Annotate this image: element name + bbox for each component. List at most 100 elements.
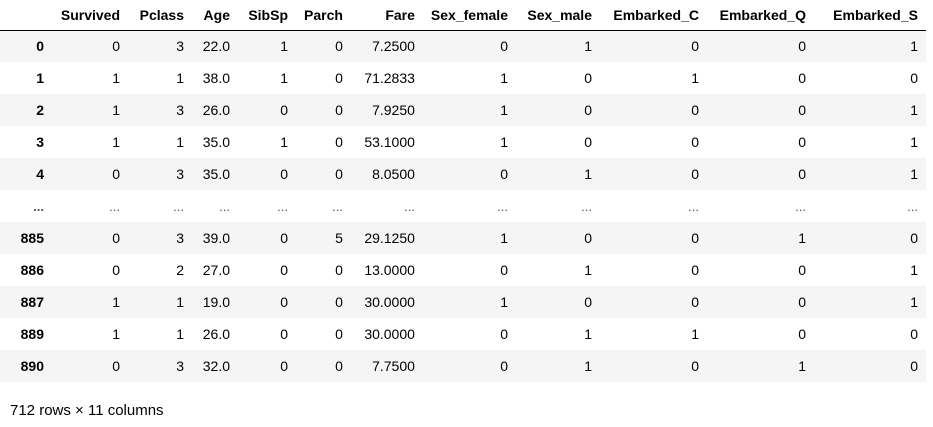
table-row: 2 1 3 26.0 0 0 7.9250 1 0 0 0 1 xyxy=(0,94,926,126)
table-cell: 29.1250 xyxy=(364,230,415,246)
shape-caption: 712 rows × 11 columns xyxy=(10,402,164,419)
table-cell: 0 xyxy=(500,262,508,278)
table-cell: 13.0000 xyxy=(364,262,415,278)
table-cell: 30.0000 xyxy=(364,326,415,342)
table-cell: ... xyxy=(109,198,120,214)
table-cell: 0 xyxy=(691,102,699,118)
table-cell: 1 xyxy=(910,38,918,55)
table-cell: ... xyxy=(907,198,918,214)
table-cell: 1 xyxy=(798,358,806,374)
table-cell: 0 xyxy=(584,230,592,246)
table-cell: 0 xyxy=(584,134,592,150)
table-cell: 0 xyxy=(335,102,343,118)
table-cell: 0 xyxy=(112,166,120,182)
table-cell: 0 xyxy=(798,102,806,118)
table-cell: 1 xyxy=(584,262,592,278)
table-cell: 35.0 xyxy=(202,166,230,182)
table-cell: 1 xyxy=(112,294,120,310)
table-cell: 0 xyxy=(280,358,288,374)
table-cell: 0 xyxy=(798,326,806,342)
table-row: 3 1 1 35.0 1 0 53.1000 1 0 0 0 1 xyxy=(0,126,926,158)
table-cell: 26.0 xyxy=(202,102,230,118)
table-cell: 0 xyxy=(691,294,699,310)
column-header: Sex_female xyxy=(422,0,516,31)
table-cell: 1 xyxy=(910,166,918,182)
row-index: 890 xyxy=(20,358,44,374)
table-cell: 1 xyxy=(910,102,918,118)
table-cell: ... xyxy=(173,198,184,214)
table-cell: 0 xyxy=(500,166,508,182)
table-row: 0 0 3 22.0 1 0 7.2500 0 1 0 0 1 xyxy=(0,30,926,62)
table-cell: ... xyxy=(688,198,699,214)
table-cell: 26.0 xyxy=(202,326,230,342)
table-cell: 0 xyxy=(335,166,343,182)
table-row: 1 1 1 38.0 1 0 71.2833 1 0 1 0 0 xyxy=(0,62,926,94)
table-cell: 0 xyxy=(335,38,343,55)
table-cell: 3 xyxy=(176,358,184,374)
header-row: Survived Pclass Age SibSp Parch Fare Sex… xyxy=(0,0,926,31)
table-cell: 1 xyxy=(280,70,288,86)
table-row: 887 1 1 19.0 0 0 30.0000 1 0 0 0 1 xyxy=(0,286,926,318)
table-cell: 1 xyxy=(500,102,508,118)
table-cell: 1 xyxy=(500,230,508,246)
table-cell: 0 xyxy=(500,38,508,55)
table-cell: 0 xyxy=(910,326,918,342)
table-cell: 0 xyxy=(280,166,288,182)
table-cell: 1 xyxy=(691,326,699,342)
table-cell: ... xyxy=(497,198,508,214)
column-header: Embarked_C xyxy=(599,0,707,31)
table-cell: 27.0 xyxy=(202,262,230,278)
table-cell: 0 xyxy=(691,38,699,55)
table-cell: 8.0500 xyxy=(372,166,415,182)
table-cell: 7.2500 xyxy=(372,38,415,55)
row-index: 0 xyxy=(36,38,44,55)
table-cell: 0 xyxy=(335,134,343,150)
table-row: 885 0 3 39.0 0 5 29.1250 1 0 0 1 0 xyxy=(0,222,926,254)
row-index: 1 xyxy=(36,70,44,86)
table-cell: 35.0 xyxy=(202,134,230,150)
table-cell: 1 xyxy=(584,166,592,182)
table-cell: 0 xyxy=(112,358,120,374)
table-cell: 0 xyxy=(112,38,120,55)
table-cell: 7.7500 xyxy=(372,358,415,374)
table-cell: 1 xyxy=(112,134,120,150)
table-cell: 0 xyxy=(798,262,806,278)
table-cell: 39.0 xyxy=(202,230,230,246)
table-cell: 0 xyxy=(280,262,288,278)
table-cell: 0 xyxy=(691,262,699,278)
table-cell: 22.0 xyxy=(202,38,230,55)
table-cell: 0 xyxy=(691,230,699,246)
column-header: Parch xyxy=(296,0,351,31)
table-cell: 1 xyxy=(176,70,184,86)
table-cell: 1 xyxy=(500,134,508,150)
row-index: 889 xyxy=(20,326,44,342)
table-cell: 3 xyxy=(176,102,184,118)
table-cell: 0 xyxy=(910,358,918,374)
table-cell: 0 xyxy=(584,102,592,118)
column-header: Sex_male xyxy=(515,0,600,31)
table-cell: 0 xyxy=(335,294,343,310)
row-index: 2 xyxy=(36,102,44,118)
table-cell: ... xyxy=(277,198,288,214)
table-cell: ... xyxy=(795,198,806,214)
table-cell: 3 xyxy=(176,166,184,182)
table-cell: 0 xyxy=(280,102,288,118)
table-cell: 2 xyxy=(176,262,184,278)
table-cell: ... xyxy=(219,198,230,214)
table-cell: 1 xyxy=(584,326,592,342)
table-cell: 1 xyxy=(280,38,288,55)
table-cell: 1 xyxy=(112,326,120,342)
table-cell: 0 xyxy=(280,294,288,310)
table-cell: 0 xyxy=(584,70,592,86)
table-cell: 5 xyxy=(335,230,343,246)
table-cell: 0 xyxy=(798,38,806,55)
table-cell: 0 xyxy=(798,294,806,310)
column-header: Pclass xyxy=(128,0,192,31)
table-cell: ... xyxy=(581,198,592,214)
table-cell: 1 xyxy=(584,358,592,374)
table-cell: 0 xyxy=(335,262,343,278)
column-header: Survived xyxy=(52,0,128,31)
table-cell: 0 xyxy=(691,358,699,374)
column-header: Age xyxy=(192,0,238,31)
table-cell: 1 xyxy=(584,38,592,55)
